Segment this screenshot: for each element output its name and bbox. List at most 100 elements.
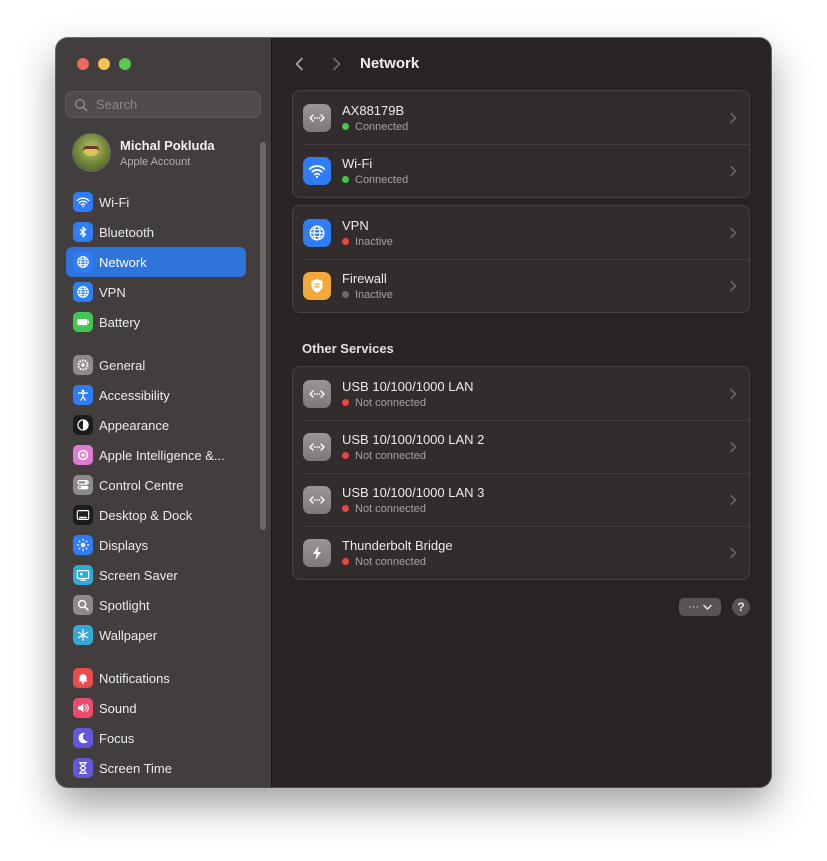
help-button[interactable]: ? bbox=[732, 598, 750, 616]
spotlight-icon bbox=[73, 595, 93, 615]
status-dot bbox=[342, 558, 349, 565]
chevron-right-icon bbox=[730, 280, 737, 291]
sidebar-item-spotlight[interactable]: Spotlight bbox=[66, 590, 246, 620]
wifi-icon bbox=[73, 192, 93, 212]
service-row-wi-fi[interactable]: Wi-Fi Connected bbox=[293, 144, 749, 197]
sidebar-item-label: Wallpaper bbox=[99, 627, 158, 643]
chevron-right-icon bbox=[730, 388, 737, 399]
more-actions-button[interactable]: ··· bbox=[679, 598, 721, 616]
sidebar-item-general[interactable]: General bbox=[66, 350, 246, 380]
sidebar-item-label: Spotlight bbox=[99, 597, 150, 613]
service-name: USB 10/100/1000 LAN bbox=[342, 378, 474, 394]
sidebar-item-label: Bluetooth bbox=[99, 224, 154, 240]
account-name: Michal Pokluda bbox=[120, 137, 215, 153]
sidebar-item-label: General bbox=[99, 357, 146, 373]
sidebar-item-label: Displays bbox=[99, 537, 149, 553]
accessibility-icon bbox=[73, 385, 93, 405]
screen-time-icon bbox=[73, 758, 93, 778]
avatar bbox=[72, 133, 111, 172]
sidebar-item-focus[interactable]: Focus bbox=[66, 723, 246, 753]
window-controls bbox=[77, 58, 131, 70]
sidebar-item-appearance[interactable]: Appearance bbox=[66, 410, 246, 440]
appearance-icon bbox=[73, 415, 93, 435]
sidebar-item-label: Wi-Fi bbox=[99, 194, 130, 210]
ethernet-icon bbox=[303, 379, 331, 408]
main-pane: Network AX88179B Connected Wi-Fi Connected … bbox=[272, 38, 771, 787]
sidebar-item-network[interactable]: Network bbox=[66, 247, 246, 277]
wifi-icon bbox=[303, 156, 331, 185]
dock-icon bbox=[73, 505, 93, 525]
firewall-icon bbox=[303, 271, 331, 300]
sidebar-item-bluetooth[interactable]: Bluetooth bbox=[66, 217, 246, 247]
sidebar-item-wallpaper[interactable]: Wallpaper bbox=[66, 620, 246, 650]
sidebar-item-vpn[interactable]: VPN bbox=[66, 277, 246, 307]
service-name: USB 10/100/1000 LAN 3 bbox=[342, 484, 485, 500]
forward-button[interactable] bbox=[326, 54, 346, 74]
account-item[interactable]: Michal Pokluda Apple Account bbox=[72, 133, 215, 172]
service-status: Not connected bbox=[355, 396, 426, 409]
battery-icon bbox=[73, 312, 93, 332]
service-name: Firewall bbox=[342, 270, 387, 286]
chevron-right-icon bbox=[730, 165, 737, 176]
service-status: Connected bbox=[355, 120, 409, 133]
sidebar-item-apple-intelligence[interactable]: Apple Intelligence &... bbox=[66, 440, 246, 470]
sidebar-item-displays[interactable]: Displays bbox=[66, 530, 246, 560]
sidebar-item-label: Control Centre bbox=[99, 477, 184, 493]
service-row-usb-10-100-1000-lan-2[interactable]: USB 10/100/1000 LAN 2 Not connected bbox=[293, 420, 749, 473]
service-row-thunderbolt-bridge[interactable]: Thunderbolt Bridge Not connected bbox=[293, 526, 749, 579]
sidebar-item-accessibility[interactable]: Accessibility bbox=[66, 380, 246, 410]
sidebar-item-desktop-dock[interactable]: Desktop & Dock bbox=[66, 500, 246, 530]
control-centre-icon bbox=[73, 475, 93, 495]
sidebar-item-sound[interactable]: Sound bbox=[66, 693, 246, 723]
sidebar-item-control-centre[interactable]: Control Centre bbox=[66, 470, 246, 500]
sidebar: Michal Pokluda Apple Account Wi-Fi Blueto… bbox=[56, 38, 272, 787]
sidebar-item-screen-saver[interactable]: Screen Saver bbox=[66, 560, 246, 590]
sidebar-item-notifications[interactable]: Notifications bbox=[66, 663, 246, 693]
system-settings-window: Michal Pokluda Apple Account Wi-Fi Blueto… bbox=[56, 38, 771, 787]
search-icon bbox=[74, 98, 88, 111]
sidebar-divider bbox=[66, 650, 246, 663]
minimize-button[interactable] bbox=[98, 58, 110, 70]
status-dot bbox=[342, 238, 349, 245]
service-name: AX88179B bbox=[342, 102, 405, 118]
gear-icon bbox=[73, 355, 93, 375]
ethernet-icon bbox=[303, 432, 331, 461]
sidebar-item-label: Screen Saver bbox=[99, 567, 178, 583]
vpn-firewall-group: VPN Inactive Firewall Inactive bbox=[292, 205, 750, 313]
chevron-right-icon bbox=[730, 112, 737, 123]
chevron-right-icon bbox=[730, 227, 737, 238]
sidebar-item-wi-fi[interactable]: Wi-Fi bbox=[66, 187, 246, 217]
sidebar-item-label: Screen Time bbox=[99, 760, 172, 776]
sidebar-item-label: Network bbox=[99, 254, 147, 270]
status-dot bbox=[342, 505, 349, 512]
sidebar-item-battery[interactable]: Battery bbox=[66, 307, 246, 337]
service-row-vpn[interactable]: VPN Inactive bbox=[293, 206, 749, 259]
screen-saver-icon bbox=[73, 565, 93, 585]
bluetooth-icon bbox=[73, 222, 93, 242]
close-button[interactable] bbox=[77, 58, 89, 70]
service-row-ax88179b[interactable]: AX88179B Connected bbox=[293, 91, 749, 144]
status-dot bbox=[342, 291, 349, 298]
chevron-right-icon bbox=[333, 57, 341, 71]
service-status: Not connected bbox=[355, 449, 426, 462]
service-status: Connected bbox=[355, 173, 409, 186]
focus-icon bbox=[73, 728, 93, 748]
search-input[interactable] bbox=[94, 96, 258, 113]
search-field[interactable] bbox=[65, 91, 261, 118]
sound-icon bbox=[73, 698, 93, 718]
sidebar-divider bbox=[66, 337, 246, 350]
toolbar: Network bbox=[272, 38, 771, 88]
ethernet-icon bbox=[303, 103, 331, 132]
service-status: Inactive bbox=[355, 235, 393, 248]
service-row-usb-10-100-1000-lan-3[interactable]: USB 10/100/1000 LAN 3 Not connected bbox=[293, 473, 749, 526]
sidebar-scrollbar[interactable] bbox=[260, 142, 266, 530]
service-row-usb-10-100-1000-lan[interactable]: USB 10/100/1000 LAN Not connected bbox=[293, 367, 749, 420]
globe-icon bbox=[303, 218, 331, 247]
account-subtitle: Apple Account bbox=[120, 155, 191, 168]
sidebar-item-screen-time[interactable]: Screen Time bbox=[66, 753, 246, 783]
zoom-button[interactable] bbox=[119, 58, 131, 70]
service-row-firewall[interactable]: Firewall Inactive bbox=[293, 259, 749, 312]
sidebar-item-label: Desktop & Dock bbox=[99, 507, 193, 523]
back-button[interactable] bbox=[290, 54, 310, 74]
status-dot bbox=[342, 123, 349, 130]
